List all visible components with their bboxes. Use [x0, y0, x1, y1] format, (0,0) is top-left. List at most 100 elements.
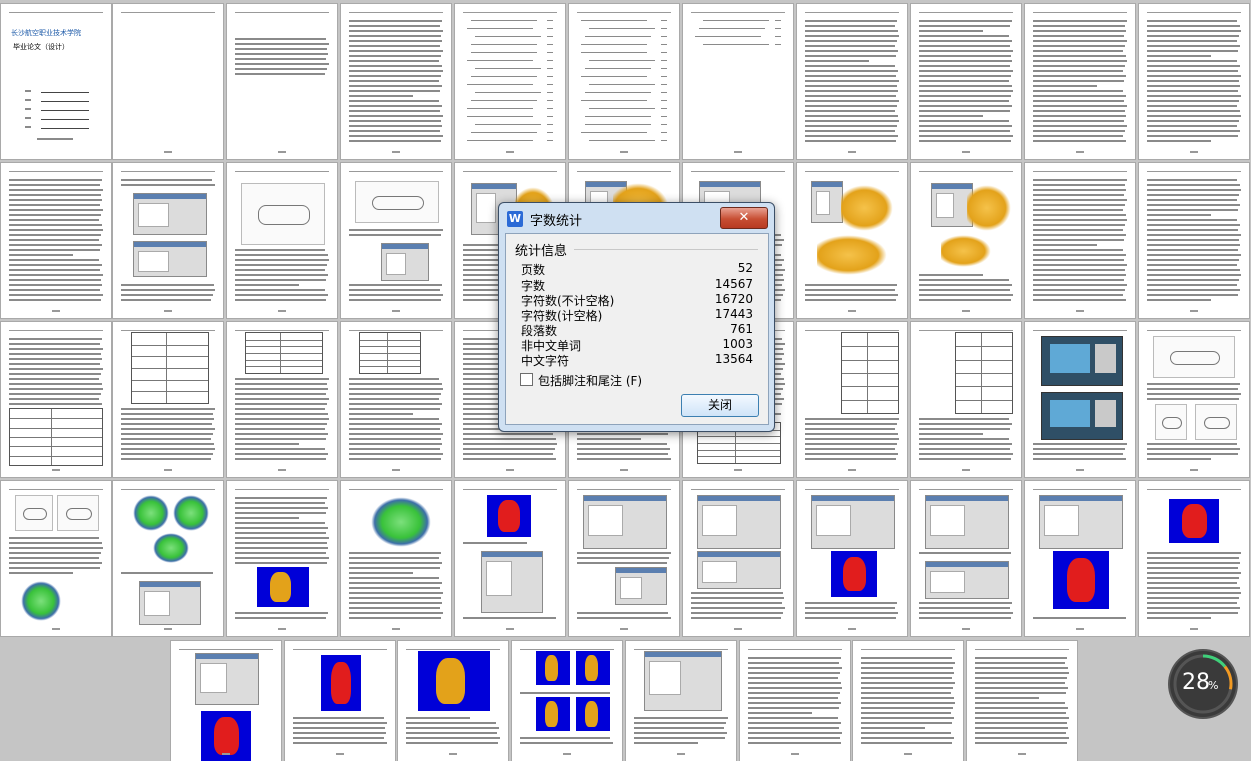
text-line [1033, 264, 1127, 266]
text-line [1147, 259, 1239, 261]
text-line [9, 244, 102, 246]
dialog-title-bar[interactable]: W 字数统计 ✕ [499, 203, 774, 233]
text-line [861, 672, 954, 674]
line-drawing-figure [1195, 404, 1237, 440]
text-line [1033, 140, 1126, 142]
page-thumbnail[interactable] [797, 4, 907, 159]
close-button[interactable]: 关闭 [681, 394, 759, 417]
page-thumbnail[interactable] [740, 641, 850, 761]
text-line [463, 448, 555, 450]
text-line [861, 697, 954, 699]
cover-field-label [25, 99, 31, 101]
text-line [975, 717, 1069, 719]
page-thumbnail[interactable] [113, 4, 223, 159]
text-line [471, 76, 537, 77]
toc-page-number [547, 68, 553, 69]
page-thumbnail[interactable] [341, 163, 451, 318]
toc-page-number [661, 44, 667, 45]
page-thumbnail[interactable] [1139, 481, 1249, 636]
text-line [349, 294, 443, 296]
page-thumbnail[interactable] [113, 163, 223, 318]
include-footnotes-label[interactable]: 包括脚注和尾注 (F) [538, 372, 642, 389]
text-line [919, 418, 1009, 420]
page-thumbnail[interactable] [569, 4, 679, 159]
page-thumbnail[interactable] [1139, 322, 1249, 477]
page-thumbnail[interactable] [967, 641, 1077, 761]
yellow-part-render [817, 235, 887, 275]
text-line [235, 507, 328, 509]
text-line [585, 92, 651, 93]
page-thumbnail[interactable] [1, 322, 111, 477]
close-icon[interactable]: ✕ [720, 207, 768, 229]
table-rule [10, 446, 102, 448]
text-line [349, 45, 440, 47]
page-thumbnail[interactable] [285, 641, 395, 761]
page-thumbnail[interactable] [683, 481, 793, 636]
red-model-shape [584, 701, 599, 727]
page-thumbnail[interactable] [626, 641, 736, 761]
page-thumbnail[interactable] [1139, 4, 1249, 159]
page-thumbnail[interactable] [227, 4, 337, 159]
page-thumbnail[interactable] [1, 163, 111, 318]
cover-date [37, 138, 73, 140]
text-line [9, 547, 103, 549]
page-thumbnail[interactable] [569, 481, 679, 636]
page-thumbnail[interactable]: 长沙航空职业技术学院 毕业论文（设计） [1, 4, 111, 159]
page-thumbnail[interactable] [341, 322, 451, 477]
page-thumbnail[interactable] [911, 163, 1021, 318]
text-line [748, 687, 842, 689]
page-thumbnail[interactable] [853, 641, 963, 761]
page-thumbnail[interactable] [797, 163, 907, 318]
page-thumbnail[interactable] [683, 4, 793, 159]
page-thumbnail[interactable] [113, 322, 223, 477]
page-thumbnail[interactable] [113, 481, 223, 636]
page-header-rule [1033, 171, 1127, 172]
page-thumbnail[interactable] [911, 322, 1021, 477]
page-thumbnail[interactable] [1, 481, 111, 636]
line-drawing-figure [15, 495, 53, 531]
text-line [1033, 194, 1124, 196]
stat-value: 13564 [714, 352, 753, 366]
page-thumbnail[interactable] [171, 641, 281, 761]
page-thumbnail[interactable] [227, 481, 337, 636]
text-line [471, 132, 537, 133]
page-thumbnail[interactable] [911, 481, 1021, 636]
text-line [9, 572, 73, 574]
page-thumbnail[interactable] [398, 641, 508, 761]
page-thumbnail[interactable] [1025, 4, 1135, 159]
text-line [703, 20, 769, 21]
page-number [222, 753, 230, 755]
text-line [349, 423, 442, 425]
figure-titlebar [700, 182, 760, 187]
text-line [9, 403, 102, 405]
page-thumbnail[interactable] [797, 481, 907, 636]
text-line [585, 36, 651, 37]
page-thumbnail[interactable] [227, 163, 337, 318]
text-line [805, 428, 895, 430]
text-line [919, 60, 1012, 62]
text-line [121, 413, 213, 415]
table-rule [842, 399, 898, 401]
page-thumbnail[interactable] [455, 481, 565, 636]
page-number [848, 151, 856, 153]
page-thumbnail[interactable] [341, 4, 451, 159]
page-thumbnail[interactable] [227, 322, 337, 477]
text-line [805, 443, 897, 445]
page-header-rule [691, 171, 785, 172]
zoom-indicator[interactable]: 28 % [1170, 651, 1236, 717]
page-thumbnail[interactable] [1139, 163, 1249, 318]
page-thumbnail[interactable] [512, 641, 622, 761]
page-thumbnail[interactable] [797, 322, 907, 477]
page-thumbnail[interactable] [1025, 322, 1135, 477]
page-thumbnail[interactable] [911, 4, 1021, 159]
text-line [235, 428, 325, 430]
include-footnotes-checkbox[interactable] [520, 373, 533, 386]
page-thumbnail[interactable] [455, 4, 565, 159]
text-line [805, 95, 896, 97]
page-thumbnail[interactable] [341, 481, 451, 636]
cover-field-label [25, 90, 31, 92]
page-thumbnail[interactable] [1025, 163, 1135, 318]
page-thumbnail[interactable] [1025, 481, 1135, 636]
table-rule [842, 359, 898, 361]
page-number [962, 151, 970, 153]
